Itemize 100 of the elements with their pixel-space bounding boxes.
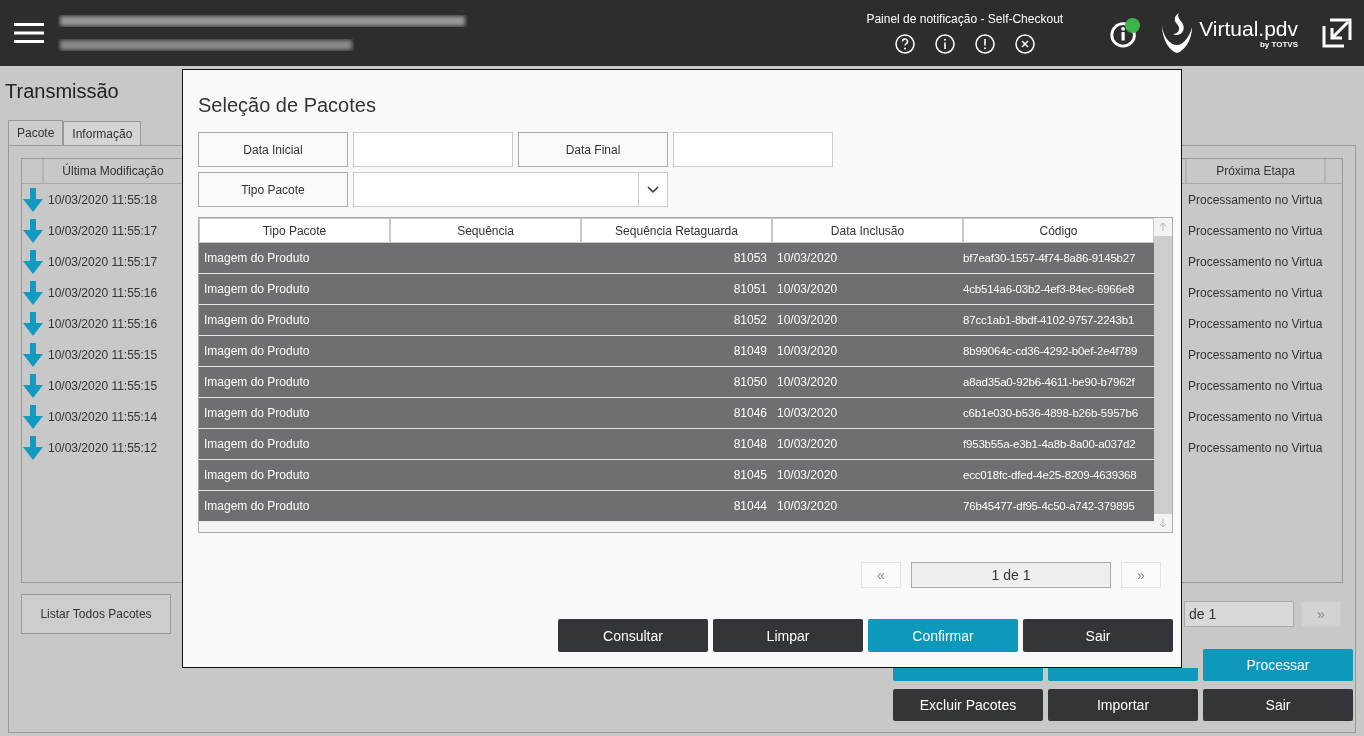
page-title: Transmissão xyxy=(5,80,119,104)
table-row[interactable]: Imagem do Produto 81049 10/03/2020 8b99064c-cd36-4292-b0ef-2e4f789 xyxy=(199,336,1154,367)
scroll-down-icon[interactable] xyxy=(1154,514,1172,532)
table-row[interactable]: Imagem do Produto 81045 10/03/2020 ecc018fc-dfed-4e25-8209-4639368 xyxy=(199,460,1154,491)
action-button[interactable]: Sair xyxy=(1203,689,1353,721)
table-cell-text: 10/03/2020 11:55:14 xyxy=(47,409,159,424)
table-cell-text: 10/03/2020 xyxy=(776,250,839,267)
table-cell-text: f953b55a-e3b1-4a8b-8a00-a037d2 xyxy=(963,437,1137,452)
action-button[interactable]: Importar xyxy=(1048,689,1198,721)
table-row[interactable]: Imagem do Produto 81053 10/03/2020 bf7eaf30-1557-4f74-8a86-9145b27 xyxy=(199,243,1154,274)
action-button[interactable]: Limpar xyxy=(713,619,863,652)
table-cell-text: Processamento no Virtua xyxy=(1187,316,1324,331)
column-header: Sequência xyxy=(390,218,581,243)
table-cell-text: 10/03/2020 11:55:16 xyxy=(47,316,159,331)
next-page-button[interactable]: » xyxy=(1121,562,1161,588)
column-header: Próxima Etapa xyxy=(1185,159,1326,183)
table-cell-text: Imagem do Produto xyxy=(203,405,311,422)
tab[interactable]: Informação xyxy=(63,121,142,145)
download-arrow-icon xyxy=(23,342,43,367)
table-cell-text: Processamento no Virtua xyxy=(1187,223,1324,238)
covered-button[interactable] xyxy=(1048,668,1198,681)
table-cell-text: 10/03/2020 11:55:12 xyxy=(47,440,159,455)
table-cell-text: c6b1e030-b536-4898-b26b-5957b6 xyxy=(963,406,1139,421)
download-arrow-icon xyxy=(23,218,43,243)
table-cell-text: 10/03/2020 11:55:18 xyxy=(47,192,159,207)
table-cell-text: 10/03/2020 xyxy=(776,374,839,391)
info-status-icon[interactable] xyxy=(1109,17,1142,49)
table-cell-text: 87cc1ab1-8bdf-4102-9757-2243b1 xyxy=(963,313,1136,328)
table-cell-text: Processamento no Virtua xyxy=(1187,254,1324,269)
table-cell-text: 10/03/2020 xyxy=(776,312,839,329)
action-button[interactable]: Excluir Pacotes xyxy=(893,689,1043,721)
table-cell-text: 10/03/2020 11:55:17 xyxy=(47,223,159,238)
table-row[interactable]: Imagem do Produto 81046 10/03/2020 c6b1e030-b536-4898-b26b-5957b6 xyxy=(199,398,1154,429)
dialog-title: Seleção de Pacotes xyxy=(198,93,377,118)
table-cell-text: 10/03/2020 xyxy=(776,436,839,453)
help-icon[interactable] xyxy=(894,34,915,54)
table-cell-text: 8b99064c-cd36-4292-b0ef-2e4f789 xyxy=(963,344,1139,359)
action-button[interactable]: Processar xyxy=(1203,649,1353,681)
table-cell-text: Imagem do Produto xyxy=(203,312,311,329)
table-row[interactable]: Imagem do Produto 81050 10/03/2020 a8ad35a0-92b6-4611-be90-b7962f xyxy=(199,367,1154,398)
table-row[interactable]: Imagem do Produto 81051 10/03/2020 4cb514a6-03b2-4ef3-84ec-6966e8 xyxy=(199,274,1154,305)
download-arrow-icon xyxy=(23,187,43,212)
download-arrow-icon xyxy=(23,280,43,305)
download-arrow-icon xyxy=(23,249,43,274)
table-cell-text: Processamento no Virtua xyxy=(1187,347,1324,362)
download-arrow-icon xyxy=(23,373,43,398)
table-cell-text: Processamento no Virtua xyxy=(1187,285,1324,300)
table-row[interactable]: Imagem do Produto 81052 10/03/2020 87cc1ab1-8bdf-4102-9757-2243b1 xyxy=(199,305,1154,336)
table-cell-text: 10/03/2020 xyxy=(776,405,839,422)
table-cell-text: 81053 xyxy=(732,250,768,267)
table-cell-text: 10/03/2020 11:55:15 xyxy=(47,347,159,362)
logo-subtitle: by TOTVS xyxy=(1259,39,1298,49)
action-button[interactable]: Sair xyxy=(1023,619,1173,652)
table-row[interactable]: Imagem do Produto 81048 10/03/2020 f953b55a-e3b1-4a8b-8a00-a037d2 xyxy=(199,429,1154,460)
field-label: Data Final xyxy=(518,132,668,167)
table-cell-text: ecc018fc-dfed-4e25-8209-4639368 xyxy=(963,468,1138,483)
tab[interactable]: Pacote xyxy=(8,120,64,146)
table-cell-text: Imagem do Produto xyxy=(203,281,311,298)
table-cell-text: 10/03/2020 11:55:16 xyxy=(47,285,159,300)
notification-panel-title: Painel de notificação - Self-Checkout xyxy=(866,12,1064,26)
alert-icon[interactable] xyxy=(974,34,995,54)
field-label: Data Inicial xyxy=(198,132,348,167)
action-button[interactable]: Consultar xyxy=(558,619,708,652)
page-indicator-field: 1 de 1 xyxy=(911,562,1111,588)
table-cell-text: 10/03/2020 11:55:15 xyxy=(47,378,159,393)
end-date-field[interactable] xyxy=(673,132,833,167)
table-cell-text: 10/03/2020 xyxy=(776,498,839,515)
table-cell-text: Imagem do Produto xyxy=(203,498,311,515)
expand-icon[interactable] xyxy=(1320,16,1354,50)
table-cell-text: a8ad35a0-92b6-4611-be90-b7962f xyxy=(963,375,1136,390)
table-row[interactable]: Imagem do Produto 81044 10/03/2020 76b45477-df95-4c50-a742-379895 xyxy=(199,491,1154,522)
close-icon[interactable] xyxy=(1014,34,1035,54)
covered-button[interactable] xyxy=(893,668,1043,681)
table-cell-text: Imagem do Produto xyxy=(203,343,311,360)
list-all-button[interactable]: Listar Todos Pacotes xyxy=(21,594,171,634)
previous-page-button[interactable]: « xyxy=(861,562,901,588)
menu-icon[interactable] xyxy=(14,22,44,44)
field-label: Tipo Pacote xyxy=(198,172,348,207)
action-button[interactable]: Confirmar xyxy=(868,619,1018,652)
table-cell-text: bf7eaf30-1557-4f74-8a86-9145b27 xyxy=(963,251,1137,266)
table-cell-text: Imagem do Produto xyxy=(203,374,311,391)
table-cell-text: 10/03/2020 11:55:17 xyxy=(47,254,159,269)
table-cell-text: 81050 xyxy=(732,374,768,391)
table-cell-text: Imagem do Produto xyxy=(203,467,311,484)
table-cell-text: Processamento no Virtua xyxy=(1187,192,1324,207)
scrollbar[interactable] xyxy=(1154,218,1172,532)
table-cell-text: 10/03/2020 xyxy=(776,467,839,484)
package-type-dropdown[interactable] xyxy=(353,172,668,207)
start-date-field[interactable] xyxy=(353,132,513,167)
chevron-down-icon xyxy=(647,185,659,194)
info-icon[interactable] xyxy=(934,34,955,54)
table-cell-text: 4cb514a6-03b2-4ef3-84ec-6966e8 xyxy=(963,282,1136,297)
page-indicator-field: de 1 xyxy=(1184,601,1294,627)
table-cell-text: 81052 xyxy=(732,312,768,329)
table-cell-text: 81051 xyxy=(732,281,768,298)
table-cell-text: 76b45477-df95-4c50-a742-379895 xyxy=(963,499,1136,514)
download-arrow-icon xyxy=(23,311,43,336)
scroll-up-icon[interactable] xyxy=(1154,218,1172,236)
column-header: Código xyxy=(963,218,1154,243)
download-arrow-icon xyxy=(23,435,43,460)
